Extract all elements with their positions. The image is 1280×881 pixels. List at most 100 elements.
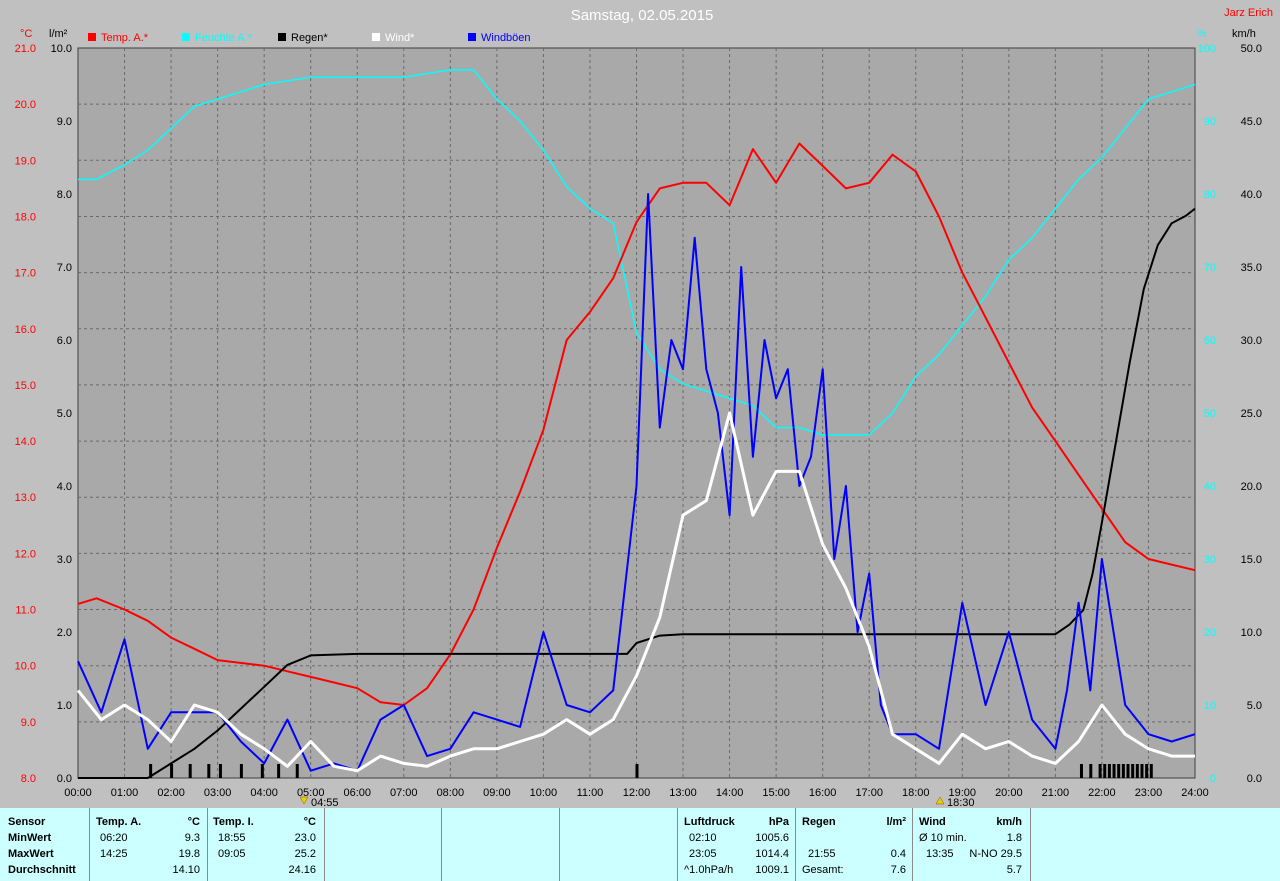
temp-axis-tick-label: 11.0 [15,605,36,617]
temp-axis-tick-label: 16.0 [15,324,36,336]
temp-unit-label: °C [20,28,32,40]
divider [1030,808,1031,881]
temp-a-min-value: 9.3 [184,832,200,844]
rain-interval-bar [1145,764,1149,778]
rain-interval-bar [1089,764,1093,778]
humidity-axis-tick-label: 80 [1204,189,1216,201]
x-tick-label: 04:00 [250,787,278,799]
rain-total-value: 7.6 [890,864,906,876]
x-tick-label: 17:00 [855,787,883,799]
rain-axis-tick-label: 6.0 [57,335,72,347]
pressure-min-value: 1005.6 [755,832,789,844]
x-tick-label: 15:00 [762,787,790,799]
rain-interval-bar [1107,764,1111,778]
wind-day-avg-value: 5.7 [1006,864,1022,876]
wind-axis-tick-label: 40.0 [1241,189,1262,201]
rain-interval-bar [239,764,243,778]
temp-axis-tick-label: 20.0 [15,99,36,111]
stats-panel: Sensor MinWert MaxWert Durchschnitt Temp… [0,808,1280,881]
x-tick-label: 03:00 [204,787,232,799]
temp-axis-tick-label: 14.0 [15,436,36,448]
wind-axis-tick-label: 15.0 [1241,554,1262,566]
rain-axis-tick-label: 9.0 [57,116,72,128]
author-label: Jarz Erich [1224,7,1273,19]
temp-a-max-time: 14:25 [100,848,128,860]
rain-interval-bar [1121,764,1125,778]
x-tick-label: 00:00 [64,787,92,799]
row-label-min: MinWert [8,832,52,844]
temp-axis-tick-label: 15.0 [15,380,36,392]
pressure-min-time: 02:10 [689,832,717,844]
divider [207,808,208,881]
sensor-header: Sensor [8,816,46,828]
humidity-axis-tick-label: 0 [1210,773,1216,785]
humidity-unit-label: % [1197,28,1207,40]
legend-label-wind: Wind* [385,32,415,44]
x-tick-label: 22:00 [1088,787,1116,799]
rain-total-label: Gesamt: [802,864,844,876]
wind-max-value: N-NO 29.5 [969,848,1022,860]
rain-axis-tick-label: 2.0 [57,627,72,639]
x-tick-label: 09:00 [483,787,511,799]
wind-axis-tick-label: 50.0 [1241,43,1262,55]
divider [324,808,325,881]
x-tick-label: 01:00 [111,787,139,799]
x-tick-label: 13:00 [669,787,697,799]
legend-swatch-temp [88,33,96,41]
rain-unit-label: l/m² [49,28,68,40]
x-tick-label: 20:00 [995,787,1023,799]
rain-interval-bar [1126,764,1130,778]
divider [441,808,442,881]
rain-axis-tick-label: 1.0 [57,700,72,712]
pressure-trend: ^1.0hPa/h [684,864,734,876]
wind-avg10-value: 1.8 [1006,832,1022,844]
temp-i-avg-value: 24.16 [288,864,316,876]
rain-interval-bar [1117,764,1121,778]
temp-axis-tick-label: 9.0 [21,717,36,729]
temp-i-max-value: 25.2 [294,848,316,860]
temp-axis-tick-label: 18.0 [15,211,36,223]
x-tick-label: 02:00 [157,787,185,799]
temp-i-min-value: 23.0 [294,832,316,844]
temp-a-avg-value: 14.10 [172,864,200,876]
legend-swatch-humidity [182,33,190,41]
x-tick-label: 24:00 [1181,787,1209,799]
legend-label-rain: Regen* [291,32,328,44]
temp-i-max-time: 09:05 [218,848,246,860]
divider [677,808,678,881]
rain-axis-tick-label: 7.0 [57,262,72,274]
rain-interval-bar [1140,764,1144,778]
humidity-axis-tick-label: 50 [1204,408,1216,420]
weather-chart: 00:00 01:00 02:00 03:00 04:00 05:00 06:00 07:00… [0,0,1280,808]
humidity-axis-tick-label: 10 [1204,700,1216,712]
row-label-max: MaxWert [8,848,54,860]
wind-unit-label: km/h [1232,28,1256,40]
wind-axis-tick-label: 45.0 [1241,116,1262,128]
rain-axis-tick-label: 4.0 [57,481,72,493]
rain-interval-bar [260,764,264,778]
rain-max-time: 21:55 [808,848,836,860]
humidity-axis-tick-label: 60 [1204,335,1216,347]
legend-swatch-wind [372,33,380,41]
rain-interval-bar [188,764,192,778]
temp-axis-tick-label: 10.0 [15,661,36,673]
temp-i-unit: °C [303,816,316,828]
humidity-axis-tick-label: 40 [1204,481,1216,493]
wind-axis-tick-label: 35.0 [1241,262,1262,274]
wind-axis-tick-label: 25.0 [1241,408,1262,420]
legend-label-temp: Temp. A.* [101,32,149,44]
divider [89,808,90,881]
temp-i-header: Temp. I. [213,816,254,828]
rain-interval-bar [1098,764,1102,778]
x-tick-label: 08:00 [437,787,465,799]
sunset-time: 18:30 [947,797,975,808]
x-tick-label: 07:00 [390,787,418,799]
rain-interval-bar [218,764,222,778]
temp-i-min-time: 18:55 [218,832,246,844]
rain-header: Regen [802,816,836,828]
temp-axis-tick-label: 12.0 [15,548,36,560]
temp-axis-tick-label: 17.0 [15,268,36,280]
humidity-axis-tick-label: 20 [1204,627,1216,639]
rain-interval-bar [295,764,299,778]
x-tick-label: 23:00 [1135,787,1163,799]
